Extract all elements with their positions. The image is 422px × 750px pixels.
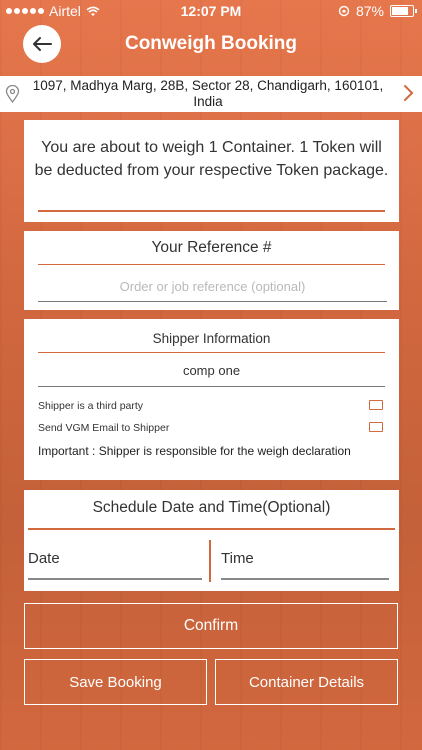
location-pin-icon: [5, 85, 20, 103]
status-bar: Airtel 12:07 PM 87%: [0, 0, 422, 22]
divider: [28, 528, 395, 530]
chevron-right-icon[interactable]: [402, 84, 414, 102]
shipper-company-field[interactable]: comp one: [38, 363, 385, 387]
address-text: 1097, Madhya Marg, 28B, Sector 28, Chand…: [32, 78, 384, 109]
battery-percent: 87%: [355, 3, 384, 19]
third-party-label: Shipper is a third party: [38, 400, 144, 412]
important-note: Important : Shipper is responsible for t…: [38, 444, 351, 458]
app-header: Conweigh Booking: [0, 22, 422, 72]
container-details-button[interactable]: Container Details: [215, 659, 398, 705]
send-vgm-label: Send VGM Email to Shipper: [38, 422, 170, 434]
date-field[interactable]: Date: [28, 550, 202, 580]
token-notice-card: You are about to weigh 1 Container. 1 To…: [24, 120, 399, 222]
third-party-checkbox[interactable]: [369, 400, 383, 410]
token-notice-text: You are about to weigh 1 Container. 1 To…: [34, 139, 389, 179]
shipper-card: Shipper Information comp one Shipper is …: [24, 319, 399, 480]
reference-input[interactable]: [38, 271, 387, 302]
divider: [38, 264, 385, 265]
battery-icon: [390, 5, 417, 17]
schedule-heading: Schedule Date and Time(Optional): [92, 499, 331, 516]
reference-card: Your Reference #: [24, 231, 399, 310]
divider: [38, 352, 385, 353]
time-field[interactable]: Time: [221, 550, 389, 580]
divider: [38, 210, 385, 212]
page-title: Conweigh Booking: [124, 33, 298, 54]
save-booking-button[interactable]: Save Booking: [24, 659, 207, 705]
address-bar[interactable]: 1097, Madhya Marg, 28B, Sector 28, Chand…: [0, 76, 422, 112]
send-vgm-checkbox[interactable]: [369, 422, 383, 432]
reference-heading: Your Reference #: [151, 239, 272, 256]
shipper-heading: Shipper Information: [152, 331, 271, 346]
schedule-card: Schedule Date and Time(Optional) Date Ti…: [24, 490, 399, 591]
confirm-button[interactable]: Confirm: [24, 603, 398, 649]
send-vgm-row[interactable]: Send VGM Email to Shipper: [38, 422, 383, 434]
third-party-row[interactable]: Shipper is a third party: [38, 400, 383, 412]
battery-group: 87%: [338, 3, 417, 19]
vertical-divider: [209, 540, 211, 582]
orientation-lock-icon: [338, 5, 350, 17]
